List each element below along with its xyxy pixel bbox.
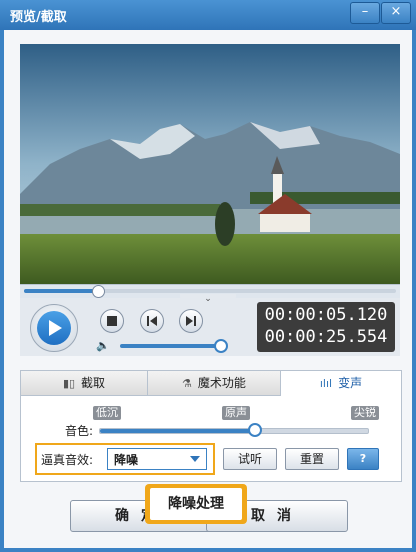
total-time: 00:00:25.554: [264, 327, 388, 347]
video-frame-image: [20, 44, 400, 284]
volume-slider[interactable]: [120, 344, 221, 348]
prev-frame-button[interactable]: [140, 309, 164, 333]
minimize-button[interactable]: –: [350, 2, 380, 24]
play-icon: [49, 320, 62, 336]
chevron-down-icon: [190, 456, 200, 462]
clip-icon: ▮▯: [62, 377, 76, 390]
pitch-label: 音色:: [65, 424, 94, 438]
seek-handle[interactable]: [92, 285, 106, 298]
next-frame-icon: [186, 316, 196, 326]
pitch-fill: [100, 429, 256, 433]
pitch-slider[interactable]: [99, 428, 369, 434]
seek-track[interactable]: [24, 285, 396, 298]
dialog-window: 预览/截取 – × ⌄ 🔈 00:00:05.120 00:00:25.554 …: [0, 0, 416, 552]
effect-selected-value: 降噪: [114, 453, 139, 467]
help-button[interactable]: ?: [347, 448, 379, 470]
effect-label: 逼真音效:: [41, 453, 94, 467]
magic-icon: ⚗: [182, 377, 192, 390]
pitch-handle[interactable]: [248, 423, 263, 437]
window-title: 预览/截取: [10, 10, 67, 25]
tab-magic-label: 魔术功能: [197, 376, 246, 390]
voice-panel: ▮▯ 截取 ⚗ 魔术功能 ılıl 变声 低沉 原声 尖锐 音色: 逼真音效:: [20, 370, 402, 482]
soundwave-icon: ılıl: [319, 377, 333, 390]
help-icon: ?: [359, 452, 367, 465]
dialog-body: ⌄ 🔈 00:00:05.120 00:00:25.554 ▮▯ 截取 ⚗ 魔术…: [4, 30, 412, 548]
level-high-label: 尖锐: [351, 406, 379, 420]
effect-dropdown[interactable]: 降噪: [107, 448, 207, 470]
effect-group: 逼真音效: 降噪: [35, 443, 215, 475]
reset-button[interactable]: 重置: [285, 448, 339, 470]
volume-handle[interactable]: [214, 339, 229, 353]
next-frame-button[interactable]: [179, 309, 203, 333]
tab-voice-change-label: 变声: [338, 376, 363, 390]
current-time: 00:00:05.120: [264, 305, 388, 325]
tab-clip-label: 截取: [81, 376, 106, 390]
close-button[interactable]: ×: [381, 2, 411, 24]
tooltip-text: 降噪处理: [150, 488, 242, 520]
tab-bar: ▮▯ 截取 ⚗ 魔术功能 ılıl 变声: [21, 371, 401, 396]
stop-button[interactable]: [100, 309, 124, 333]
video-preview: [20, 44, 400, 284]
seek-progress: [24, 289, 99, 293]
time-display: 00:00:05.120 00:00:25.554: [257, 302, 395, 352]
level-low-label: 低沉: [93, 406, 121, 420]
prev-frame-icon: [147, 316, 157, 326]
tab-magic[interactable]: ⚗ 魔术功能: [148, 371, 281, 395]
level-mid-label: 原声: [222, 406, 250, 420]
tab-clip[interactable]: ▮▯ 截取: [21, 371, 148, 395]
play-button[interactable]: [30, 304, 78, 352]
playback-controls: ⌄ 🔈 00:00:05.120 00:00:25.554: [20, 294, 400, 356]
effect-tooltip: 降噪处理: [145, 484, 247, 524]
tab-voice-change[interactable]: ılıl 变声: [281, 371, 401, 396]
collapse-toggle[interactable]: ⌄: [180, 294, 236, 306]
volume-icon[interactable]: 🔈: [96, 339, 110, 352]
preview-button[interactable]: 试听: [223, 448, 277, 470]
title-bar[interactable]: 预览/截取 – ×: [0, 0, 416, 30]
stop-icon: [107, 316, 117, 326]
